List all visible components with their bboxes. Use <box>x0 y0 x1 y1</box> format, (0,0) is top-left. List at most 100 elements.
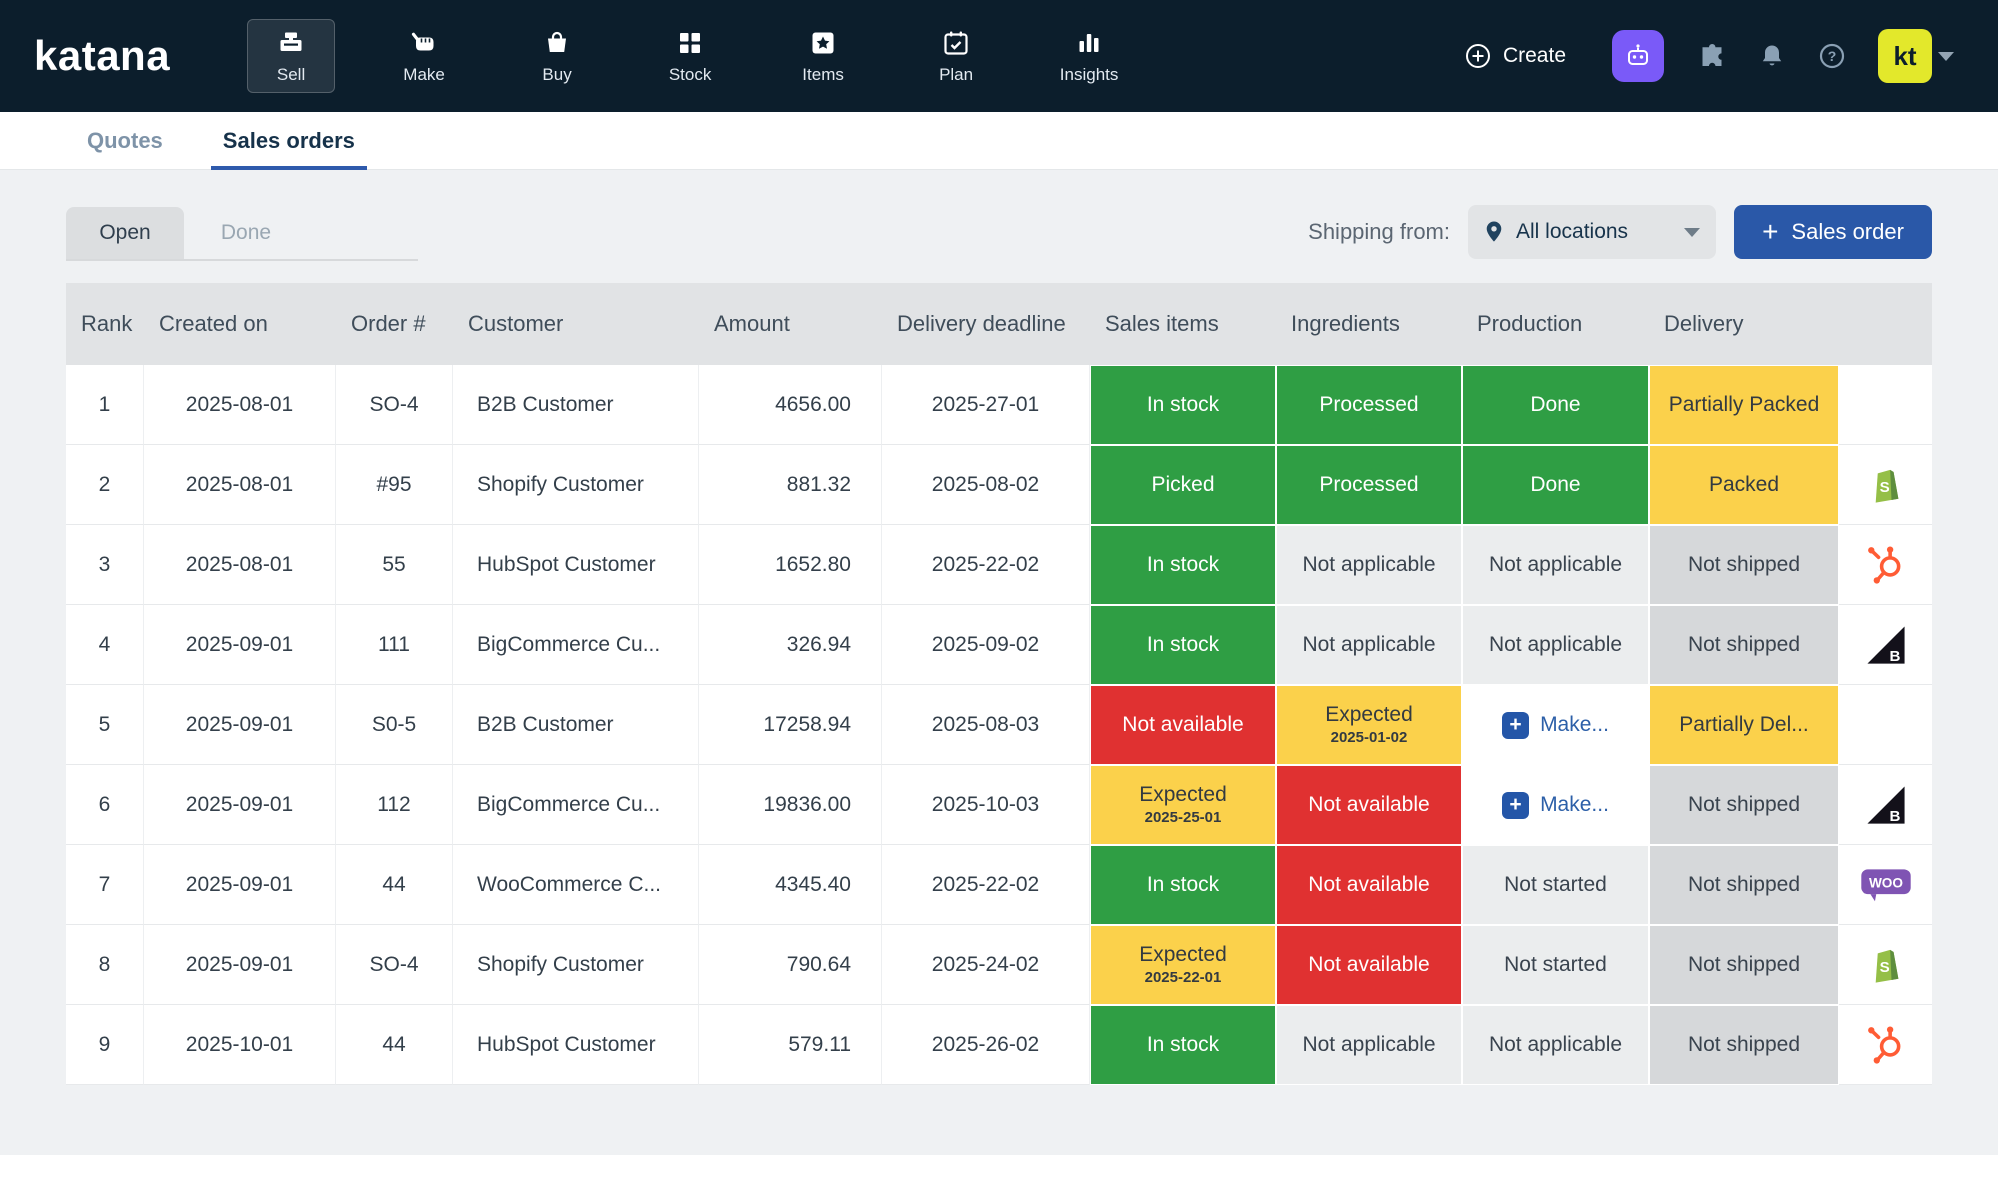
delivery-deadline-cell: 2025-10-03 <box>882 765 1090 845</box>
make-button[interactable]: +Make... <box>1463 686 1648 764</box>
order-number-link[interactable]: 44 <box>336 1005 453 1085</box>
order-number-link[interactable]: 112 <box>336 765 453 845</box>
nav-item-stock[interactable]: Stock <box>646 19 734 93</box>
orders-tbody: 1 2025-08-01 SO-4 B2B Customer 4656.00 2… <box>66 365 1932 1085</box>
production-status-cell: +Make... <box>1462 685 1649 765</box>
order-number-link[interactable]: 44 <box>336 845 453 925</box>
column-header <box>1839 283 1932 365</box>
table-row[interactable]: 4 2025-09-01 111 BigCommerce Cu... 326.9… <box>66 605 1932 685</box>
column-header: Sales items <box>1090 283 1276 365</box>
column-header: Ingredients <box>1276 283 1462 365</box>
status-badge: Not shipped <box>1650 1006 1838 1084</box>
order-number-link[interactable]: S0-5 <box>336 685 453 765</box>
stock-icon <box>675 28 705 58</box>
delivery-status-cell: Not shipped <box>1649 605 1839 685</box>
order-number-link[interactable]: SO-4 <box>336 365 453 445</box>
tab-quotes[interactable]: Quotes <box>87 112 163 169</box>
account-chevron-down-icon[interactable] <box>1938 52 1954 61</box>
delivery-status-cell: Packed <box>1649 445 1839 525</box>
create-button[interactable]: Create <box>1465 43 1566 69</box>
amount-cell: 19836.00 <box>699 765 882 845</box>
svg-text:B: B <box>1889 807 1900 824</box>
created-on-cell: 2025-09-01 <box>144 845 336 925</box>
rank-cell: 7 <box>66 845 144 925</box>
nav-label: Make <box>403 65 445 85</box>
nav-item-buy[interactable]: Buy <box>513 19 601 93</box>
order-number-link[interactable]: #95 <box>336 445 453 525</box>
rank-cell: 4 <box>66 605 144 685</box>
status-badge: Not started <box>1463 846 1648 924</box>
production-status-cell: Not applicable <box>1462 605 1649 685</box>
status-badge: Not shipped <box>1650 926 1838 1004</box>
table-row[interactable]: 9 2025-10-01 44 HubSpot Customer 579.11 … <box>66 1005 1932 1085</box>
sales-items-status-cell: Not available <box>1090 685 1276 765</box>
status-badge: In stock <box>1091 366 1275 444</box>
customer-cell: WooCommerce C... <box>453 845 699 925</box>
help-button[interactable]: ? <box>1818 42 1846 70</box>
new-sales-order-button[interactable]: + Sales order <box>1734 205 1932 259</box>
table-row[interactable]: 5 2025-09-01 S0-5 B2B Customer 17258.94 … <box>66 685 1932 765</box>
rank-cell: 3 <box>66 525 144 605</box>
status-badge: Not applicable <box>1277 606 1461 684</box>
sales-items-status-cell: Expected2025-25-01 <box>1090 765 1276 845</box>
nav-label: Sell <box>277 65 305 85</box>
created-on-cell: 2025-09-01 <box>144 605 336 685</box>
status-badge: Packed <box>1650 446 1838 524</box>
assistant-button[interactable] <box>1612 30 1664 82</box>
platform-icon-cell <box>1839 365 1932 445</box>
order-number-link[interactable]: SO-4 <box>336 925 453 1005</box>
table-row[interactable]: 2 2025-08-01 #95 Shopify Customer 881.32… <box>66 445 1932 525</box>
tab-sales-orders[interactable]: Sales orders <box>223 112 355 169</box>
nav-item-insights[interactable]: Insights <box>1045 19 1133 93</box>
amount-cell: 4656.00 <box>699 365 882 445</box>
notifications-button[interactable] <box>1758 42 1786 70</box>
table-row[interactable]: 1 2025-08-01 SO-4 B2B Customer 4656.00 2… <box>66 365 1932 445</box>
nav-label: Items <box>802 65 844 85</box>
column-header: Delivery deadline <box>882 283 1090 365</box>
table-row[interactable]: 3 2025-08-01 55 HubSpot Customer 1652.80… <box>66 525 1932 605</box>
created-on-cell: 2025-09-01 <box>144 685 336 765</box>
table-row[interactable]: 7 2025-09-01 44 WooCommerce C... 4345.40… <box>66 845 1932 925</box>
bigcommerce-icon: B <box>1864 623 1908 667</box>
table-row[interactable]: 6 2025-09-01 112 BigCommerce Cu... 19836… <box>66 765 1932 845</box>
nav-item-make[interactable]: Make <box>380 19 468 93</box>
order-number-link[interactable]: 55 <box>336 525 453 605</box>
rank-cell: 9 <box>66 1005 144 1085</box>
svg-text:B: B <box>1889 647 1900 664</box>
customer-cell: B2B Customer <box>453 685 699 765</box>
avatar[interactable]: kt <box>1878 29 1932 83</box>
status-badge: Not started <box>1463 926 1648 1004</box>
svg-text:S: S <box>1879 958 1889 975</box>
production-status-cell: Not applicable <box>1462 525 1649 605</box>
nav-item-sell[interactable]: Sell <box>247 19 335 93</box>
delivery-deadline-cell: 2025-22-02 <box>882 525 1090 605</box>
table-row[interactable]: 8 2025-09-01 SO-4 Shopify Customer 790.6… <box>66 925 1932 1005</box>
tab-done[interactable]: Done <box>184 207 308 259</box>
location-dropdown[interactable]: All locations <box>1468 205 1716 259</box>
nav-label: Insights <box>1060 65 1119 85</box>
delivery-status-cell: Partially Packed <box>1649 365 1839 445</box>
status-badge: Not applicable <box>1463 526 1648 604</box>
sales-items-status-cell: In stock <box>1090 605 1276 685</box>
platform-icon-cell: WOO <box>1839 845 1932 925</box>
nav-item-items[interactable]: Items <box>779 19 867 93</box>
ingredients-status-cell: Processed <box>1276 365 1462 445</box>
insights-icon <box>1074 28 1104 58</box>
status-badge: Picked <box>1091 446 1275 524</box>
ingredients-status-cell: Not available <box>1276 845 1462 925</box>
status-badge: Not applicable <box>1277 1006 1461 1084</box>
created-on-cell: 2025-10-01 <box>144 1005 336 1085</box>
production-status-cell: Not applicable <box>1462 1005 1649 1085</box>
tab-open[interactable]: Open <box>66 207 184 259</box>
order-number-link[interactable]: 111 <box>336 605 453 685</box>
column-header: Delivery <box>1649 283 1839 365</box>
integrations-button[interactable] <box>1696 41 1726 71</box>
ingredients-status-cell: Expected2025-01-02 <box>1276 685 1462 765</box>
status-badge: In stock <box>1091 1006 1275 1084</box>
location-pin-icon <box>1484 220 1504 244</box>
status-badge: Not available <box>1277 926 1461 1004</box>
nav-item-plan[interactable]: Plan <box>912 19 1000 93</box>
status-badge: Expected2025-01-02 <box>1277 686 1461 764</box>
status-badge: Not shipped <box>1650 766 1838 844</box>
make-button[interactable]: +Make... <box>1463 766 1648 844</box>
